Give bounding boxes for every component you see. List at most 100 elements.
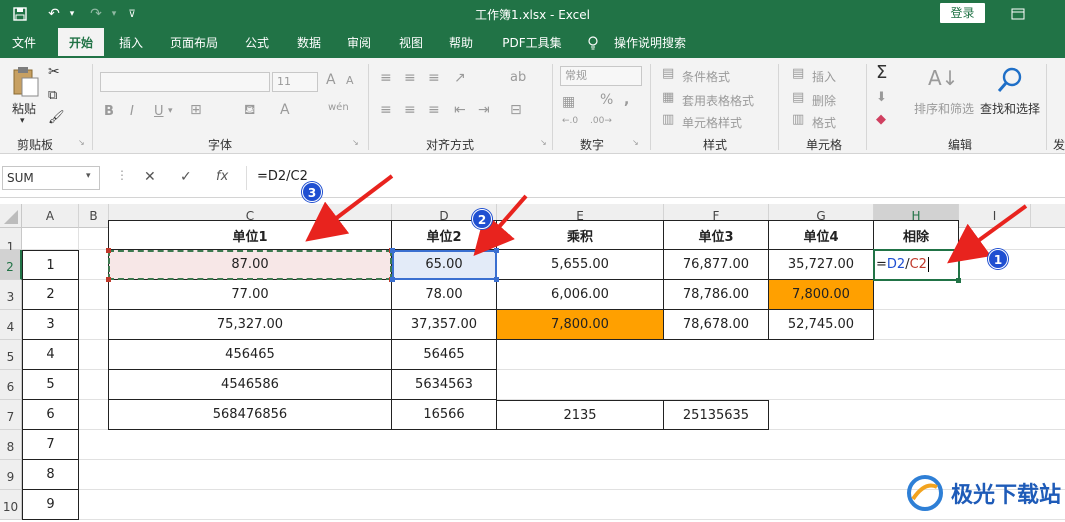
underline-button[interactable]: U xyxy=(154,104,164,119)
insert-cells-button[interactable]: 插入 xyxy=(812,68,836,85)
insert-cells-icon[interactable]: ▤ xyxy=(792,66,804,81)
cell-d4[interactable]: 37,357.00 xyxy=(392,310,497,340)
alignment-launcher-icon[interactable]: ↘ xyxy=(540,138,547,147)
number-launcher-icon[interactable]: ↘ xyxy=(632,138,639,147)
header-cell-unit3[interactable]: 单位3 xyxy=(664,220,769,250)
find-select-button[interactable]: 查找和选择 xyxy=(980,100,1040,117)
align-bottom-icon[interactable]: ≡ xyxy=(428,70,440,86)
paste-icon[interactable] xyxy=(12,66,40,98)
tab-data[interactable]: 数据 xyxy=(288,28,330,58)
tab-review[interactable]: 审阅 xyxy=(338,28,380,58)
cell-d2[interactable]: 65.00 xyxy=(392,250,497,280)
row-header-2[interactable]: 2 xyxy=(0,250,22,280)
font-color-icon[interactable]: A xyxy=(280,102,290,118)
row-header-4[interactable]: 4 xyxy=(0,310,22,340)
cell-d3[interactable]: 78.00 xyxy=(392,280,497,310)
cell-d5[interactable]: 56465 xyxy=(392,340,497,370)
delete-cells-button[interactable]: 删除 xyxy=(812,92,836,109)
borders-icon[interactable]: ⊞ xyxy=(190,102,202,118)
align-left-icon[interactable]: ≡ xyxy=(380,102,392,118)
cut-icon[interactable]: ✂ xyxy=(48,64,60,80)
sort-filter-button[interactable]: 排序和筛选 xyxy=(914,100,974,117)
row-header-1[interactable]: 1 xyxy=(0,228,22,254)
format-as-table-button[interactable]: 套用表格格式 xyxy=(682,92,754,109)
index-cell[interactable]: 1 xyxy=(22,250,79,280)
cell-g2[interactable]: 35,727.00 xyxy=(769,250,874,280)
paste-dropdown-icon[interactable]: ▾ xyxy=(20,116,25,126)
underline-dropdown-icon[interactable]: ▾ xyxy=(168,106,173,116)
cell-c5[interactable]: 456465 xyxy=(108,340,392,370)
header-cell-unit1[interactable]: 单位1 xyxy=(108,220,392,250)
align-middle-icon[interactable]: ≡ xyxy=(404,70,416,86)
font-size-select[interactable]: 11 xyxy=(272,72,318,92)
ref-handle[interactable] xyxy=(494,248,499,253)
format-as-table-icon[interactable]: ▦ xyxy=(662,90,674,105)
align-center-icon[interactable]: ≡ xyxy=(404,102,416,118)
cell-d7[interactable]: 16566 xyxy=(392,400,497,430)
cell-c7[interactable]: 568476856 xyxy=(108,400,392,430)
copy-icon[interactable]: ⧉ xyxy=(48,88,57,103)
insert-function-icon[interactable]: fx xyxy=(216,169,228,184)
header-cell-product[interactable]: 乘积 xyxy=(497,220,664,250)
align-right-icon[interactable]: ≡ xyxy=(428,102,440,118)
font-launcher-icon[interactable]: ↘ xyxy=(352,138,359,147)
row-header-8[interactable]: 8 xyxy=(0,430,22,460)
italic-button[interactable]: I xyxy=(130,104,134,119)
cell-c2[interactable]: 87.00 xyxy=(108,250,392,280)
fill-handle[interactable] xyxy=(956,278,961,283)
cell-styles-icon[interactable]: ▥ xyxy=(662,112,674,127)
cell-g3[interactable]: 7,800.00 xyxy=(769,280,874,310)
name-box-dropdown-icon[interactable]: ▾ xyxy=(86,171,91,181)
phonetic-icon[interactable]: wén xyxy=(328,102,349,113)
enter-icon[interactable]: ✓ xyxy=(180,169,192,185)
tell-me-search[interactable]: 操作说明搜索 xyxy=(608,28,692,58)
format-cells-icon[interactable]: ▥ xyxy=(792,112,804,127)
index-cell[interactable]: 7 xyxy=(22,430,79,460)
cell-f4[interactable]: 78,678.00 xyxy=(664,310,769,340)
header-cell-divide[interactable]: 相除 xyxy=(874,220,959,250)
ref-handle[interactable] xyxy=(106,277,111,282)
decrease-decimal-icon[interactable]: .00→ xyxy=(590,116,612,126)
format-painter-icon[interactable]: 🖌 xyxy=(48,110,65,125)
column-header-a[interactable]: A xyxy=(22,204,79,228)
cell-b1[interactable] xyxy=(79,228,109,250)
cell-c4[interactable]: 75,327.00 xyxy=(108,310,392,340)
format-cells-button[interactable]: 格式 xyxy=(812,114,836,131)
tab-insert[interactable]: 插入 xyxy=(110,28,152,58)
tab-formulas[interactable]: 公式 xyxy=(236,28,278,58)
cancel-icon[interactable]: ✕ xyxy=(144,169,156,185)
cell-styles-button[interactable]: 单元格样式 xyxy=(682,114,742,131)
cell-d6[interactable]: 5634563 xyxy=(392,370,497,400)
index-cell[interactable]: 6 xyxy=(22,400,79,430)
tab-page-layout[interactable]: 页面布局 xyxy=(162,28,226,58)
paste-button[interactable]: 粘贴 xyxy=(12,100,36,117)
tab-view[interactable]: 视图 xyxy=(390,28,432,58)
conditional-formatting-button[interactable]: 条件格式 xyxy=(682,68,730,85)
row-header-3[interactable]: 3 xyxy=(0,280,22,310)
header-cell-unit4[interactable]: 单位4 xyxy=(769,220,874,250)
row-header-5[interactable]: 5 xyxy=(0,340,22,370)
tab-pdf-tools[interactable]: PDF工具集 xyxy=(492,28,572,58)
fill-color-icon[interactable]: ⛾ xyxy=(244,102,255,120)
fill-icon[interactable]: ⬇ xyxy=(876,90,887,105)
orientation-icon[interactable]: ↗ xyxy=(454,70,466,86)
cell-f2[interactable]: 76,877.00 xyxy=(664,250,769,280)
cell-e7[interactable]: 2135 xyxy=(497,400,664,430)
percent-style-icon[interactable]: % xyxy=(600,92,613,108)
conditional-formatting-icon[interactable]: ▤ xyxy=(662,66,674,81)
login-button[interactable]: 登录 xyxy=(940,3,985,23)
cell-h2-editing[interactable]: = D2/C2 xyxy=(874,250,959,280)
formula-input[interactable]: =D2/C2 xyxy=(246,166,1064,190)
index-cell[interactable]: 3 xyxy=(22,310,79,340)
column-header-i[interactable]: I xyxy=(959,204,1031,228)
align-top-icon[interactable]: ≡ xyxy=(380,70,392,86)
column-header-j[interactable] xyxy=(1031,204,1065,228)
cell-c3[interactable]: 77.00 xyxy=(108,280,392,310)
cell-c6[interactable]: 4546586 xyxy=(108,370,392,400)
grow-font-icon[interactable]: A xyxy=(326,72,336,88)
tab-file[interactable]: 文件 xyxy=(4,28,44,58)
find-select-icon[interactable] xyxy=(996,66,1024,94)
cell-e3[interactable]: 6,006.00 xyxy=(497,280,664,310)
index-cell[interactable]: 4 xyxy=(22,340,79,370)
font-name-select[interactable] xyxy=(100,72,270,92)
